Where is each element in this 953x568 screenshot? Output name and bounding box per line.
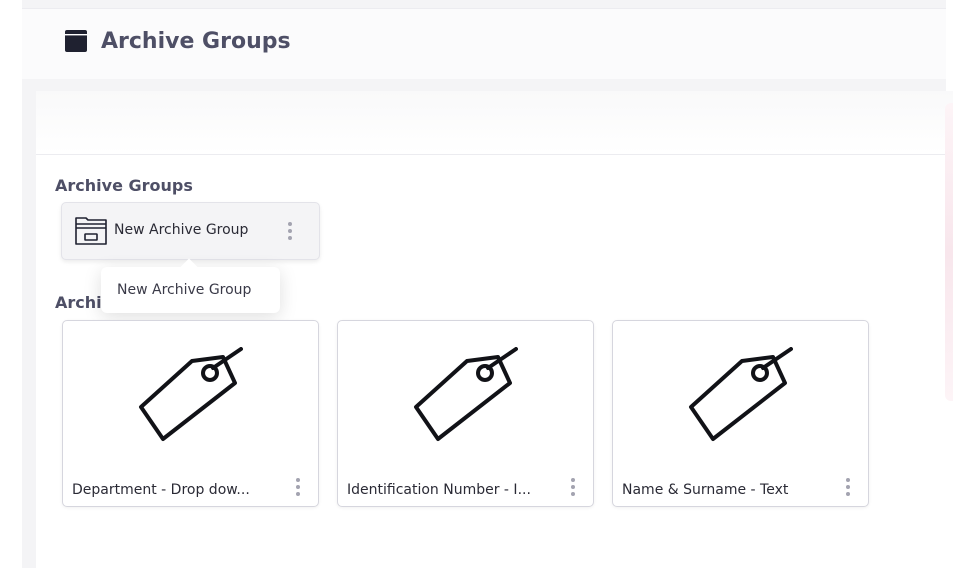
card-label: Name & Surname - Text <box>622 482 789 498</box>
group-name-tooltip: New Archive Group <box>101 267 280 313</box>
kebab-dot <box>846 485 850 489</box>
archive-group-label: New Archive Group <box>114 222 249 238</box>
kebab-dot <box>296 485 300 489</box>
field-card-identification-number[interactable]: Identification Number - I... <box>337 320 594 507</box>
kebab-dot <box>846 478 850 482</box>
card-options-button[interactable] <box>291 476 305 498</box>
tooltip-text: New Archive Group <box>117 282 252 298</box>
kebab-dot <box>288 222 292 226</box>
archive-box-icon <box>65 30 87 52</box>
archive-groups-section-title: Archive Groups <box>55 176 193 195</box>
page-title: Archive Groups <box>101 29 291 54</box>
field-card-department[interactable]: Department - Drop dow... <box>62 320 319 507</box>
page-header: Archive Groups <box>22 8 946 79</box>
field-card-name-surname[interactable]: Name & Surname - Text <box>612 320 869 507</box>
tag-icon <box>414 347 518 441</box>
archive-folder-icon <box>75 217 107 245</box>
card-options-button[interactable] <box>841 476 855 498</box>
tag-icon <box>689 347 793 441</box>
kebab-dot <box>288 229 292 233</box>
card-label: Identification Number - I... <box>347 482 531 498</box>
archive-group-chip[interactable]: New Archive Group <box>61 202 320 260</box>
right-edge-accent <box>945 103 953 401</box>
kebab-dot <box>571 485 575 489</box>
kebab-dot <box>296 492 300 496</box>
tag-icon <box>139 347 243 441</box>
kebab-dot <box>296 478 300 482</box>
card-label: Department - Drop dow... <box>72 482 250 498</box>
archive-fields-section-title: Archi <box>55 293 102 312</box>
group-options-button[interactable] <box>283 220 297 242</box>
kebab-dot <box>571 478 575 482</box>
panel-toolbar <box>36 91 953 155</box>
kebab-dot <box>846 492 850 496</box>
card-options-button[interactable] <box>566 476 580 498</box>
kebab-dot <box>571 492 575 496</box>
kebab-dot <box>288 236 292 240</box>
